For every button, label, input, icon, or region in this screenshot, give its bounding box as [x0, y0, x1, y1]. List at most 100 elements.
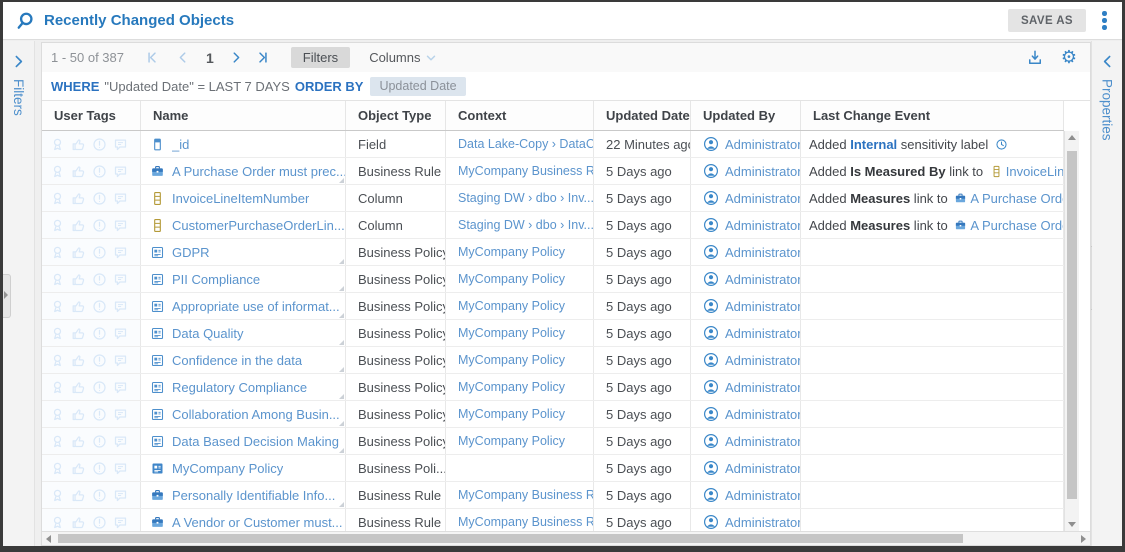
comment-icon[interactable] — [113, 191, 128, 206]
context-link[interactable]: MyCompany Policy — [458, 407, 565, 421]
warning-icon[interactable] — [92, 488, 107, 503]
thumbs-up-icon[interactable] — [71, 245, 86, 260]
thumbs-up-icon[interactable] — [71, 407, 86, 422]
context-link[interactable]: MyCompany Business R... — [458, 488, 593, 502]
updated-by-link[interactable]: Administrator — [725, 461, 800, 476]
col-header-updated-date[interactable]: Updated Date — [594, 101, 691, 130]
page-prev-icon[interactable] — [176, 50, 191, 65]
award-icon[interactable] — [50, 353, 65, 368]
left-splitter-handle[interactable] — [3, 274, 11, 318]
object-name-link[interactable]: Collaboration Among Busin... — [172, 407, 340, 422]
updated-by-link[interactable]: Administrator — [725, 164, 800, 179]
updated-by-link[interactable]: Administrator — [725, 434, 800, 449]
page-next-icon[interactable] — [228, 50, 243, 65]
award-icon[interactable] — [50, 218, 65, 233]
col-header-context[interactable]: Context — [446, 101, 594, 130]
col-header-object-type[interactable]: Object Type — [346, 101, 446, 130]
warning-icon[interactable] — [92, 434, 107, 449]
object-name-link[interactable]: A Purchase Order must prec... — [172, 164, 345, 179]
chevron-left-icon[interactable] — [1099, 53, 1116, 70]
comment-icon[interactable] — [113, 164, 128, 179]
context-link[interactable]: MyCompany Business R... — [458, 164, 593, 178]
updated-by-link[interactable]: Administrator — [725, 272, 800, 287]
thumbs-up-icon[interactable] — [71, 434, 86, 449]
order-by-chip[interactable]: Updated Date — [370, 77, 465, 96]
award-icon[interactable] — [50, 137, 65, 152]
warning-icon[interactable] — [92, 137, 107, 152]
horizontal-scrollbar[interactable] — [42, 531, 1090, 545]
context-link[interactable]: Data Lake-Copy › DataC... — [458, 137, 593, 151]
award-icon[interactable] — [50, 407, 65, 422]
thumbs-up-icon[interactable] — [71, 380, 86, 395]
comment-icon[interactable] — [113, 407, 128, 422]
warning-icon[interactable] — [92, 326, 107, 341]
comment-icon[interactable] — [113, 380, 128, 395]
warning-icon[interactable] — [92, 191, 107, 206]
award-icon[interactable] — [50, 164, 65, 179]
award-icon[interactable] — [50, 461, 65, 476]
thumbs-up-icon[interactable] — [71, 299, 86, 314]
updated-by-link[interactable]: Administrator — [725, 245, 800, 260]
object-name-link[interactable]: InvoiceLineItemNumber — [172, 191, 309, 206]
context-link[interactable]: MyCompany Business R... — [458, 515, 593, 529]
updated-by-link[interactable]: Administrator — [725, 218, 800, 233]
object-name-link[interactable]: Regulatory Compliance — [172, 380, 307, 395]
object-name-link[interactable]: Data Based Decision Making — [172, 434, 339, 449]
warning-icon[interactable] — [92, 380, 107, 395]
vertical-scrollbar[interactable] — [1064, 131, 1079, 531]
filters-rail-label[interactable]: Filters — [11, 79, 26, 116]
warning-icon[interactable] — [92, 218, 107, 233]
kebab-menu-icon[interactable] — [1102, 11, 1107, 32]
context-link[interactable]: MyCompany Policy — [458, 434, 565, 448]
comment-icon[interactable] — [113, 461, 128, 476]
award-icon[interactable] — [50, 245, 65, 260]
warning-icon[interactable] — [92, 299, 107, 314]
warning-icon[interactable] — [92, 515, 107, 530]
updated-by-link[interactable]: Administrator — [725, 515, 800, 530]
updated-by-link[interactable]: Administrator — [725, 380, 800, 395]
thumbs-up-icon[interactable] — [71, 488, 86, 503]
context-link[interactable]: MyCompany Policy — [458, 299, 565, 313]
gear-icon[interactable]: ⚙ — [1061, 49, 1077, 67]
object-name-link[interactable]: PII Compliance — [172, 272, 260, 287]
properties-rail[interactable]: Properties — [1091, 41, 1122, 546]
object-name-link[interactable]: Confidence in the data — [172, 353, 302, 368]
comment-icon[interactable] — [113, 137, 128, 152]
scroll-right-arrow-icon[interactable] — [1076, 532, 1090, 545]
horizontal-scrollbar-thumb[interactable] — [58, 534, 963, 543]
scroll-up-arrow-icon[interactable] — [1065, 131, 1079, 145]
context-link[interactable]: MyCompany Policy — [458, 353, 565, 367]
object-name-link[interactable]: Data Quality — [172, 326, 244, 341]
updated-by-link[interactable]: Administrator — [725, 326, 800, 341]
thumbs-up-icon[interactable] — [71, 218, 86, 233]
object-name-link[interactable]: Appropriate use of informat... — [172, 299, 340, 314]
award-icon[interactable] — [50, 191, 65, 206]
award-icon[interactable] — [50, 326, 65, 341]
scroll-down-arrow-icon[interactable] — [1065, 517, 1079, 531]
award-icon[interactable] — [50, 515, 65, 530]
properties-rail-label[interactable]: Properties — [1100, 79, 1115, 141]
thumbs-up-icon[interactable] — [71, 137, 86, 152]
updated-by-link[interactable]: Administrator — [725, 407, 800, 422]
object-name-link[interactable]: CustomerPurchaseOrderLin... — [172, 218, 345, 233]
warning-icon[interactable] — [92, 461, 107, 476]
award-icon[interactable] — [50, 299, 65, 314]
award-icon[interactable] — [50, 380, 65, 395]
comment-icon[interactable] — [113, 299, 128, 314]
col-header-updated-by[interactable]: Updated By — [691, 101, 801, 130]
context-link[interactable]: MyCompany Policy — [458, 380, 565, 394]
object-name-link[interactable]: Personally Identifiable Info... — [172, 488, 335, 503]
context-link[interactable]: Staging DW › dbo › Inv... — [458, 191, 593, 205]
object-name-link[interactable]: MyCompany Policy — [172, 461, 283, 476]
context-link[interactable]: MyCompany Policy — [458, 326, 565, 340]
object-name-link[interactable]: A Vendor or Customer must... — [172, 515, 343, 530]
warning-icon[interactable] — [92, 245, 107, 260]
comment-icon[interactable] — [113, 515, 128, 530]
comment-icon[interactable] — [113, 218, 128, 233]
col-header-last-change-event[interactable]: Last Change Event — [801, 101, 1064, 130]
context-link[interactable]: MyCompany Policy — [458, 272, 565, 286]
comment-icon[interactable] — [113, 488, 128, 503]
warning-icon[interactable] — [92, 407, 107, 422]
context-link[interactable]: MyCompany Policy — [458, 245, 565, 259]
page-first-icon[interactable] — [145, 50, 160, 65]
